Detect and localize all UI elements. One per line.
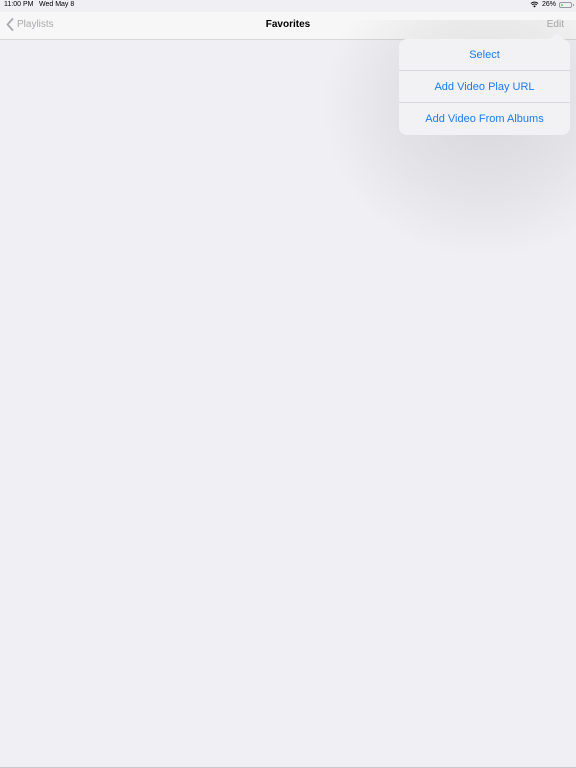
- battery-percent: 26%: [541, 1, 556, 8]
- menu-item-add-video-from-albums[interactable]: Add Video From Albums: [399, 103, 570, 135]
- battery-icon: [559, 1, 574, 8]
- status-right: 26%: [530, 1, 574, 8]
- status-bar: 11:00 PM Wed May 8 26%: [0, 0, 576, 12]
- status-date: Wed May 8: [39, 1, 75, 8]
- battery-tip: [573, 3, 574, 6]
- status-time: 11:00 PM: [4, 1, 34, 8]
- menu-item-add-video-play-url[interactable]: Add Video Play URL: [399, 71, 570, 103]
- screen: 11:00 PM Wed May 8 26% Playlists Favorit…: [0, 0, 576, 768]
- page-title: Favorites: [265, 19, 311, 30]
- battery-fill: [561, 3, 563, 6]
- edit-button[interactable]: Edit: [547, 19, 564, 30]
- popover-menu: Select Add Video Play URL Add Video From…: [399, 33, 570, 135]
- menu-item-select[interactable]: Select: [399, 39, 570, 71]
- wifi-icon: [530, 1, 539, 8]
- navigation-bar: Playlists Favorites Edit: [0, 12, 576, 40]
- popover-arrow: [550, 33, 564, 39]
